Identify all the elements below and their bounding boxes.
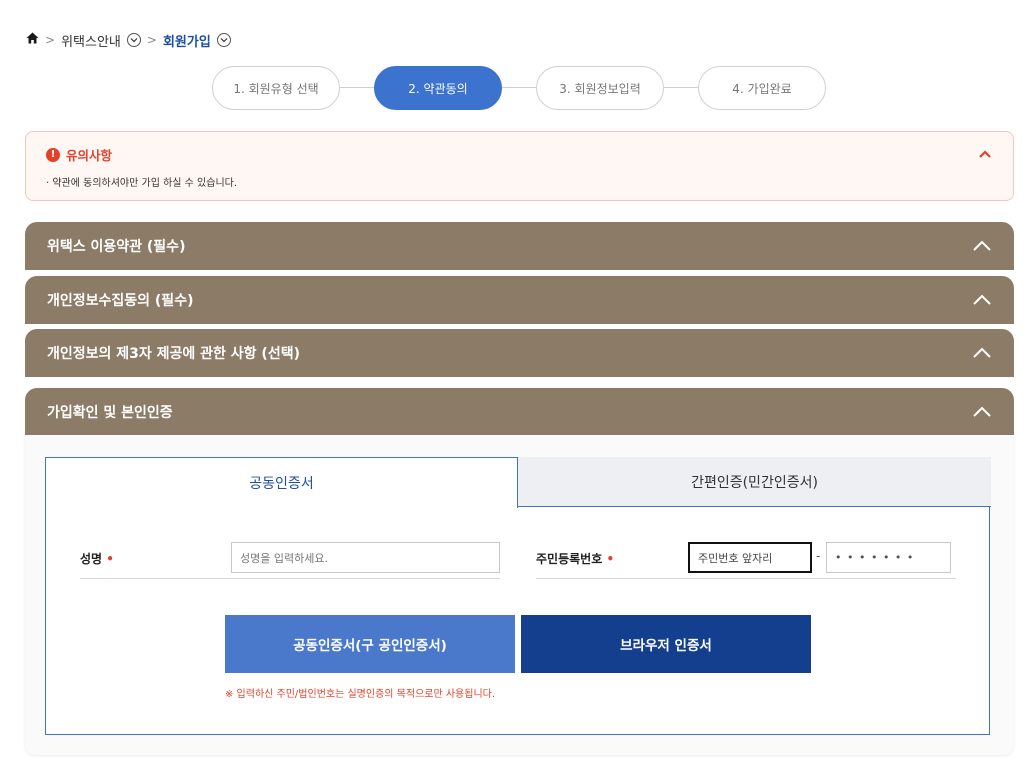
- chevron-up-icon[interactable]: [972, 293, 992, 307]
- step-connector: [340, 87, 374, 88]
- joint-certificate-button[interactable]: 공동인증서(구 공인인증서): [225, 615, 515, 673]
- notice-box: ! 유의사항 · 약관에 동의하셔야만 가입 하실 수 있습니다.: [25, 131, 1014, 201]
- step-4: 4. 가입완료: [698, 66, 826, 110]
- chevron-up-icon[interactable]: [972, 346, 992, 360]
- breadcrumb-current[interactable]: 회원가입: [163, 31, 211, 50]
- accordion-terms[interactable]: 위택스 이용약관 (필수): [25, 222, 1014, 270]
- chevron-down-icon[interactable]: [126, 33, 141, 47]
- breadcrumb-separator-icon: >: [45, 33, 56, 47]
- signup-steps: 1. 회원유형 선택 2. 약관동의 3. 회원정보입력 4. 가입완료: [212, 66, 827, 110]
- rrn-front-input[interactable]: 주민번호 앞자리: [688, 542, 812, 573]
- required-mark: •: [106, 552, 114, 566]
- step-connector: [664, 87, 698, 88]
- notice-text: · 약관에 동의하셔야만 가입 하실 수 있습니다.: [46, 178, 238, 189]
- tab-joint-certificate[interactable]: 공동인증서: [45, 457, 518, 508]
- name-label: 성명 •: [80, 550, 114, 567]
- accordion-identity-verification[interactable]: 가입확인 및 본인인증: [25, 388, 1014, 436]
- accordion-title: 가입확인 및 본인인증: [47, 405, 173, 421]
- name-input[interactable]: 성명을 입력하세요.: [231, 542, 500, 573]
- breadcrumb-section[interactable]: 위택스안내: [61, 31, 121, 50]
- rrn-label-text: 주민등록번호: [536, 552, 603, 566]
- breadcrumb-separator-icon: >: [146, 33, 157, 47]
- chevron-up-icon[interactable]: [977, 146, 993, 160]
- accordion-title: 개인정보수집동의 (필수): [47, 293, 194, 309]
- tab-simple-auth[interactable]: 간편인증(민간인증서): [518, 457, 991, 507]
- rrn-back-input[interactable]: • • • • • • •: [826, 542, 951, 573]
- browser-certificate-button[interactable]: 브라우저 인증서: [521, 615, 811, 673]
- rrn-dash: -: [816, 549, 821, 563]
- rrn-label: 주민등록번호 •: [536, 550, 614, 567]
- field-divider: [536, 578, 956, 579]
- footnote: ※ 입력하신 주민/법인번호는 실명인증의 목적으로만 사용됩니다.: [225, 689, 496, 700]
- verification-panel: 공동인증서 간편인증(민간인증서) 성명 • 성명을 입력하세요. 주민등록번호…: [25, 435, 1014, 755]
- step-3: 3. 회원정보입력: [536, 66, 664, 110]
- required-mark: •: [606, 552, 615, 566]
- home-icon[interactable]: [26, 32, 39, 48]
- step-2-active: 2. 약관동의: [374, 66, 502, 110]
- field-divider: [80, 578, 500, 579]
- auth-tabs: 공동인증서 간편인증(민간인증서) 성명 • 성명을 입력하세요. 주민등록번호…: [45, 457, 991, 735]
- step-1: 1. 회원유형 선택: [212, 66, 340, 110]
- step-connector: [502, 87, 536, 88]
- accordion-third-party[interactable]: 개인정보의 제3자 제공에 관한 사항 (선택): [25, 329, 1014, 377]
- breadcrumb: > 위택스안내 > 회원가입: [26, 30, 231, 50]
- accordion-title: 개인정보의 제3자 제공에 관한 사항 (선택): [47, 346, 300, 362]
- notice-title: ! 유의사항: [46, 145, 112, 164]
- accordion-privacy-collection[interactable]: 개인정보수집동의 (필수): [25, 276, 1014, 324]
- chevron-up-icon[interactable]: [972, 239, 992, 253]
- chevron-down-icon[interactable]: [216, 33, 231, 47]
- notice-title-text: 유의사항: [66, 148, 113, 163]
- chevron-up-icon[interactable]: [972, 405, 992, 419]
- name-label-text: 성명: [80, 552, 103, 566]
- accordion-title: 위택스 이용약관 (필수): [47, 239, 186, 255]
- warning-icon: !: [46, 147, 60, 162]
